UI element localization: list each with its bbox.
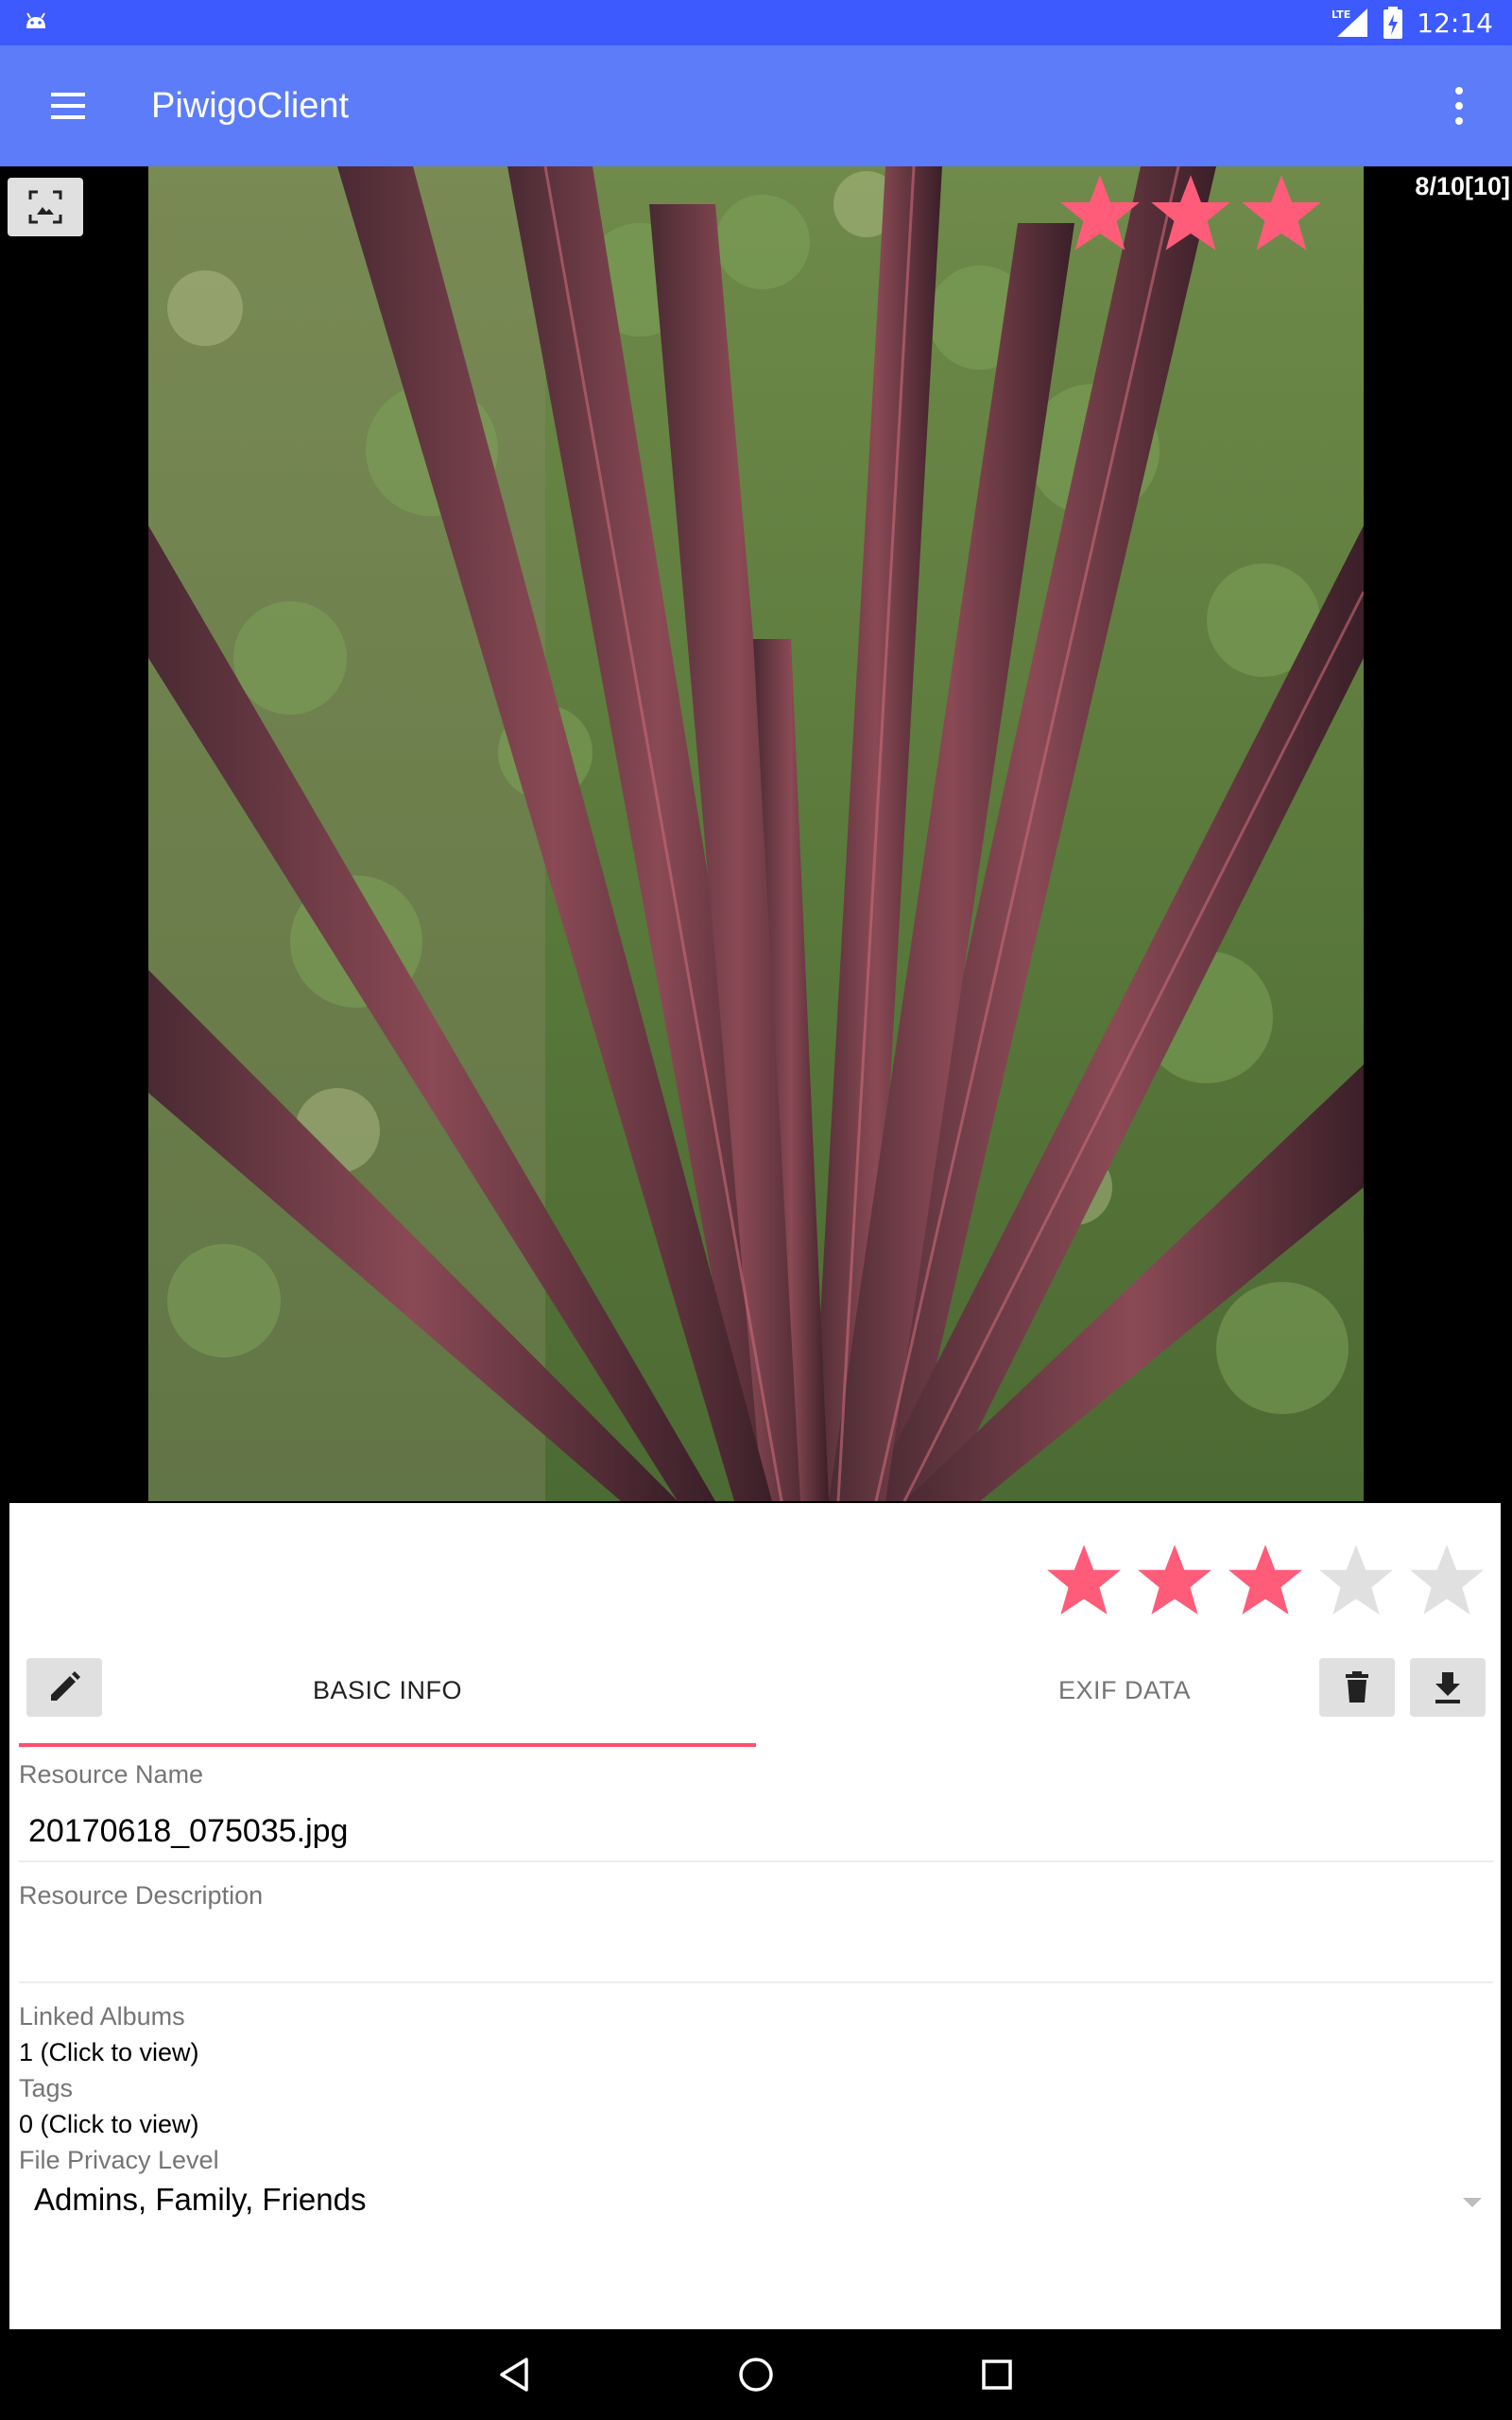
- app-bar: PiwigoClient: [0, 45, 1512, 166]
- navigation-bar: [0, 2329, 1512, 2420]
- tab-exif-data[interactable]: EXIF DATA: [756, 1635, 1493, 1745]
- lte-signal-icon: LTE: [1332, 9, 1368, 37]
- privacy-level-label: File Privacy Level: [19, 2146, 219, 2174]
- status-bar: LTE 12:14: [0, 0, 1512, 45]
- star-filled-icon: [1060, 175, 1140, 251]
- fullscreen-button[interactable]: [8, 178, 83, 236]
- resource-description-label: Resource Description: [19, 1881, 264, 1910]
- recents-button[interactable]: [969, 2346, 1025, 2403]
- resource-name-label: Resource Name: [19, 1760, 204, 1789]
- resource-name-underline: [19, 1860, 1493, 1862]
- tags-link[interactable]: 0 (Click to view): [19, 2110, 199, 2139]
- privacy-level-select[interactable]: Admins, Family, Friends: [34, 2182, 366, 2218]
- recents-icon: [982, 2360, 1012, 2390]
- tab-basic-info[interactable]: BASIC INFO: [19, 1635, 756, 1745]
- linked-albums-label: Linked Albums: [19, 2002, 185, 2031]
- star-filled-icon[interactable]: [1136, 1541, 1213, 1618]
- back-icon: [500, 2358, 528, 2392]
- app-title: PiwigoClient: [151, 86, 350, 126]
- star-filled-icon: [1242, 175, 1321, 251]
- tab-indicator: [19, 1743, 756, 1747]
- star-filled-icon[interactable]: [1227, 1541, 1304, 1618]
- battery-charging-icon: [1383, 7, 1403, 39]
- menu-icon[interactable]: [38, 83, 98, 129]
- image-viewer[interactable]: 8/10[10]: [0, 166, 1512, 1501]
- star-filled-icon: [1151, 175, 1230, 251]
- more-vert-icon[interactable]: [1429, 76, 1489, 136]
- fullscreen-icon: [28, 190, 62, 224]
- status-time: 12:14: [1417, 7, 1493, 39]
- star-filled-icon[interactable]: [1045, 1541, 1123, 1618]
- resource-description-underline: [19, 1981, 1493, 1983]
- home-icon: [739, 2358, 773, 2392]
- android-icon: [26, 12, 45, 28]
- back-button[interactable]: [487, 2346, 543, 2403]
- home-button[interactable]: [728, 2346, 784, 2403]
- star-empty-icon[interactable]: [1317, 1541, 1395, 1618]
- tags-label: Tags: [19, 2074, 74, 2102]
- linked-albums-link[interactable]: 1 (Click to view): [19, 2038, 199, 2067]
- resource-description-field[interactable]: [28, 1934, 1484, 1972]
- details-panel: BASIC INFO EXIF DATA Resource Name 20170…: [9, 1503, 1501, 2329]
- resource-name-field[interactable]: 20170618_075035.jpg: [28, 1813, 348, 1850]
- photo-rating-overlay: [1058, 171, 1323, 254]
- photo[interactable]: [148, 166, 1364, 1501]
- image-counter: 8/10[10]: [1415, 172, 1510, 200]
- chevron-down-icon[interactable]: [1463, 2198, 1482, 2207]
- detail-tabs: BASIC INFO EXIF DATA: [19, 1635, 1493, 1749]
- rating-bar[interactable]: [1045, 1541, 1486, 1618]
- svg-text:LTE: LTE: [1332, 9, 1350, 21]
- star-empty-icon[interactable]: [1408, 1541, 1486, 1618]
